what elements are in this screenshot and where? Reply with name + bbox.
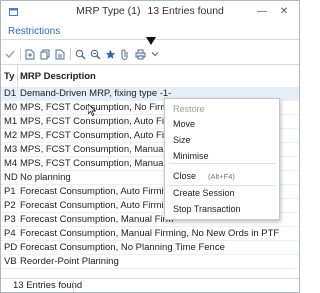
menu-item-restore: Restore bbox=[173, 104, 205, 114]
table-row[interactable]: VB Reorder-Point Planning bbox=[1, 255, 299, 269]
minimize-button[interactable]: — bbox=[255, 4, 269, 18]
menu-item-size[interactable]: Size bbox=[173, 134, 191, 146]
row-description: Reorder-Point Planning bbox=[20, 256, 119, 267]
new-icon[interactable] bbox=[23, 47, 37, 61]
title-bar[interactable]: MRP Type (1) 13 Entries found — ✕ bbox=[1, 1, 299, 23]
close-shortcut: (Alt+F4) bbox=[208, 172, 235, 181]
dropdown-icon[interactable] bbox=[148, 47, 162, 61]
copy-icon[interactable] bbox=[38, 47, 52, 61]
row-description: MPS, FCST Consumption, Manual bbox=[20, 158, 166, 169]
check-icon[interactable] bbox=[3, 47, 17, 61]
find-next-icon[interactable] bbox=[88, 47, 102, 61]
table-row[interactable]: PD Forecast Consumption, No Planning Time… bbox=[1, 241, 299, 255]
toolbar-separator bbox=[20, 48, 21, 60]
column-header-type[interactable]: Ty bbox=[4, 71, 14, 82]
status-text: 13 Entries found bbox=[13, 280, 83, 291]
menu-separator bbox=[169, 185, 275, 186]
toolbar bbox=[3, 46, 163, 62]
row-type-key: VB bbox=[4, 256, 17, 267]
resize-cursor-icon bbox=[146, 37, 156, 45]
favorites-icon[interactable] bbox=[103, 47, 117, 61]
row-description: Forecast Consumption, Auto Firming bbox=[20, 186, 175, 197]
menu-separator bbox=[169, 163, 275, 164]
row-type-key: M4 bbox=[4, 158, 18, 169]
row-type-key: ND bbox=[4, 172, 18, 183]
grid-header: Ty MRP Description bbox=[1, 64, 299, 88]
row-description: Forecast Consumption, Manual Firming, No… bbox=[20, 228, 280, 239]
row-description: Forecast Consumption, No Planning Time F… bbox=[20, 242, 225, 253]
mouse-pointer-icon bbox=[88, 104, 96, 116]
row-type-key: P3 bbox=[4, 214, 16, 225]
status-bar: 13 Entries found bbox=[1, 278, 299, 293]
toolbar-separator bbox=[70, 48, 71, 60]
menu-item-move[interactable]: Move bbox=[173, 118, 195, 130]
row-type-key: M1 bbox=[4, 116, 18, 127]
row-description: MPS, FCST Consumption, Auto Fir bbox=[20, 130, 168, 141]
close-button[interactable]: ✕ bbox=[277, 4, 291, 18]
value-help-dialog: MRP Type (1) 13 Entries found — ✕ Restri… bbox=[0, 0, 300, 293]
window-title-count: 13 Entries found bbox=[147, 5, 224, 17]
row-description: Forecast Consumption, Manual Firm bbox=[20, 214, 174, 225]
row-description: MPS, FCST Consumption, Auto Fir bbox=[20, 116, 168, 127]
minimize-icon: — bbox=[257, 5, 267, 17]
status-divider bbox=[73, 280, 74, 292]
close-icon: ✕ bbox=[279, 5, 289, 17]
find-icon[interactable] bbox=[73, 47, 87, 61]
column-divider bbox=[17, 65, 18, 87]
row-type-key: P1 bbox=[4, 186, 16, 197]
restrictions-link[interactable]: Restrictions bbox=[8, 26, 60, 37]
menu-item-create-session[interactable]: Create Session bbox=[173, 187, 235, 199]
print-icon[interactable] bbox=[133, 47, 147, 61]
menu-item-close[interactable]: Close bbox=[173, 170, 196, 182]
document-icon[interactable] bbox=[53, 47, 67, 61]
table-row[interactable]: P4 Forecast Consumption, Manual Firming, … bbox=[1, 227, 299, 241]
row-description: No planning bbox=[20, 172, 71, 183]
row-type-key: M3 bbox=[4, 144, 18, 155]
window-title-main: MRP Type (1) bbox=[76, 5, 141, 17]
row-type-key: M0 bbox=[4, 102, 18, 113]
row-description: Forecast Consumption, Auto Firming bbox=[20, 200, 175, 211]
row-description: Demand-Driven MRP, fixing type -1- bbox=[20, 88, 172, 99]
menu-item-minimise[interactable]: Minimise bbox=[173, 150, 209, 162]
window-context-menu: (Alt+F4) Restore Move Size Minimise Close Cre… bbox=[164, 98, 280, 220]
row-type-key: M2 bbox=[4, 130, 18, 141]
attachment-icon[interactable] bbox=[118, 47, 132, 61]
row-type-key: PD bbox=[4, 242, 18, 253]
menu-item-stop-transaction[interactable]: Stop Transaction bbox=[173, 203, 241, 215]
row-type-key: P2 bbox=[4, 200, 16, 211]
column-header-description[interactable]: MRP Description bbox=[20, 71, 96, 82]
row-type-key: D1 bbox=[4, 88, 17, 99]
row-type-key: P4 bbox=[4, 228, 16, 239]
row-description: MPS, FCST Consumption, Manual bbox=[20, 144, 166, 155]
